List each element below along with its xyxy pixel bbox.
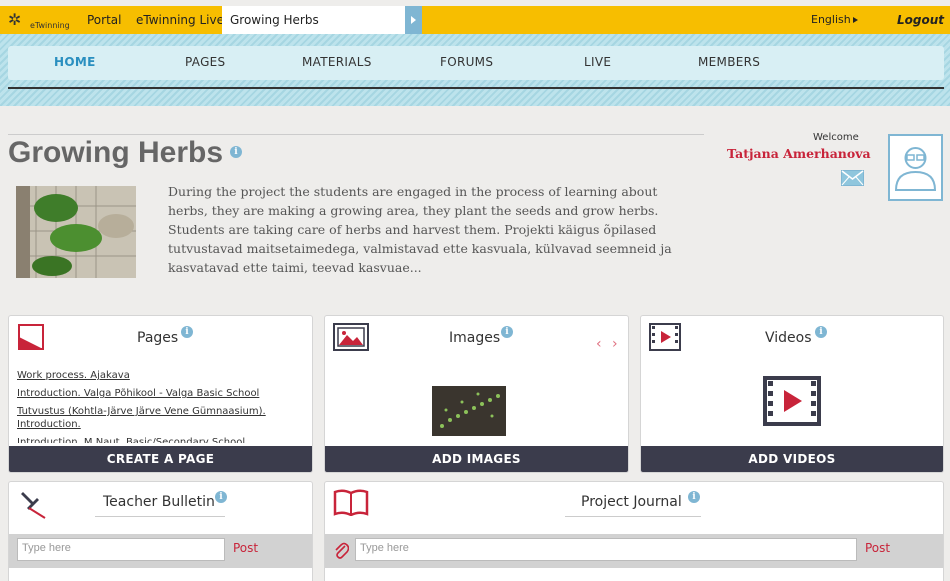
book-icon [333,488,369,520]
teacher-bulletin-title: Teacher Bulletin [103,494,215,510]
journal-input[interactable]: Type here [355,538,857,561]
title-info-icon[interactable]: i [230,146,242,158]
video-icon [649,323,681,355]
current-project-label: Growing Herbs [230,13,319,27]
images-card: Images i ‹ › ADD IMAGES [324,315,629,473]
project-title: Growing Herbs [8,136,224,169]
video-placeholder-icon [763,376,821,430]
nav-pages[interactable]: PAGES [185,55,225,69]
videos-card-title: Videos [765,330,812,346]
user-avatar-icon[interactable] [888,134,943,201]
nav-bar: HOME PAGES MATERIALS FORUMS LIVE MEMBERS [8,46,944,80]
prev-arrow-icon[interactable]: ‹ [596,336,602,352]
nav-divider [8,87,944,89]
nav-home[interactable]: HOME [54,55,96,69]
logout-link[interactable]: Logout [897,13,944,27]
mail-icon[interactable] [841,170,864,186]
project-switch-arrow-icon[interactable] [405,6,422,34]
journal-title-underline [565,516,701,517]
etwinning-logo[interactable]: ✲ eTwinning [8,10,72,32]
journal-info-icon[interactable]: i [688,491,700,503]
etwinning-live-link[interactable]: eTwinning Live [136,13,224,27]
videos-info-icon[interactable]: i [815,326,827,338]
bulletin-input[interactable]: Type here [17,538,225,561]
nav-materials[interactable]: MATERIALS [302,55,372,69]
pushpin-icon [15,488,47,524]
pages-card: Pages i Work process. Ajakava Introducti… [8,315,313,473]
journal-post-button[interactable]: Post [865,541,890,555]
project-journal-title: Project Journal [581,494,682,510]
images-icon [333,323,369,355]
page-link[interactable]: Introduction. M.Naut. Basic/Secondary Sc… [17,436,297,443]
pages-icon [17,323,45,355]
teacher-bulletin-card: Teacher Bulletin i Type here Post [8,481,313,581]
videos-card: Videos i ADD VIDEOS [640,315,944,473]
bulletin-post-button[interactable]: Post [233,541,258,555]
images-info-icon[interactable]: i [501,326,513,338]
main-navigation: HOME PAGES MATERIALS FORUMS LIVE MEMBERS [0,34,950,106]
language-selector[interactable]: English [811,13,851,26]
current-project-tab[interactable]: Growing Herbs [222,6,405,34]
logo-text: eTwinning [30,21,70,30]
create-page-button[interactable]: CREATE A PAGE [9,446,312,472]
add-videos-button[interactable]: ADD VIDEOS [641,446,943,472]
bulletin-title-underline [95,516,225,517]
images-card-title: Images [449,330,501,346]
pages-info-icon[interactable]: i [181,326,193,338]
pages-card-title: Pages [137,330,179,346]
page-link[interactable]: Work process. Ajakava [17,369,297,382]
welcome-label: Welcome [813,132,859,143]
page-link[interactable]: Tutvustus (Kohtla-Järve Järve Vene Gümna… [17,405,297,431]
header-rule [8,134,704,135]
nav-live[interactable]: LIVE [584,55,611,69]
attach-paperclip-icon[interactable] [333,540,350,564]
add-images-button[interactable]: ADD IMAGES [325,446,628,472]
etwinning-logo-icon: ✲ [8,10,22,29]
top-bar: ✲ eTwinning Portal eTwinning Live Growin… [0,6,950,34]
nav-forums[interactable]: FORUMS [440,55,493,69]
nav-members[interactable]: MEMBERS [698,55,760,69]
project-description: During the project the students are enga… [168,184,672,275]
bulletin-info-icon[interactable]: i [215,491,227,503]
next-arrow-icon[interactable]: › [612,336,618,352]
language-caret-icon[interactable] [853,17,858,23]
page-link[interactable]: Introduction. Valga Põhikool - Valga Bas… [17,387,297,400]
project-journal-card: Project Journal i Type here Post [324,481,944,581]
portal-link[interactable]: Portal [87,13,121,27]
project-thumbnail[interactable] [16,186,136,278]
image-thumbnail[interactable] [432,386,506,436]
user-name-link[interactable]: Tatjana Amerhanova [727,146,871,161]
